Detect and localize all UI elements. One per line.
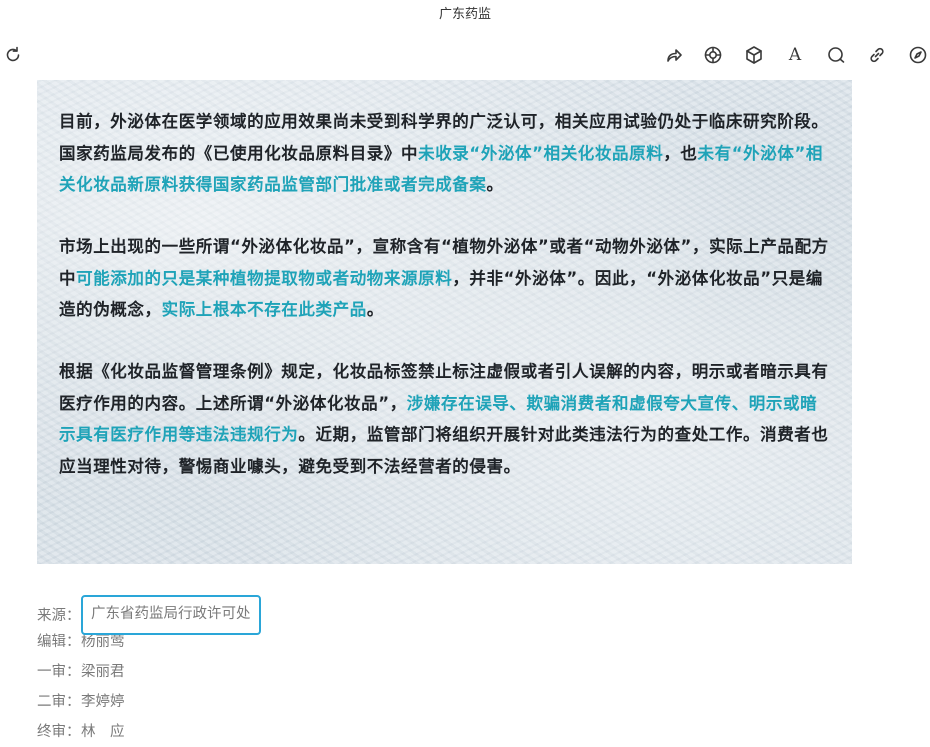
source-value[interactable]: 广东省药监局行政许可处 bbox=[81, 595, 261, 635]
highlighted-text: 实际上根本不存在此类产品 bbox=[161, 300, 367, 319]
font-size-icon[interactable]: A bbox=[782, 42, 808, 68]
target-icon[interactable] bbox=[700, 42, 726, 68]
paragraph-text: 。 bbox=[366, 300, 384, 319]
compass-icon[interactable] bbox=[905, 42, 930, 68]
article-text-image: 目前，外泌体在医学领域的应用效果尚未受到科学界的广泛认可，相关应用试验仍处于临床… bbox=[37, 80, 852, 564]
first-review-label: 一审： bbox=[37, 664, 81, 680]
second-review-label: 二审： bbox=[37, 694, 81, 710]
source-row: 来源： 广东省药监局行政许可处 bbox=[37, 595, 261, 635]
first-review-row: 一审：梁丽君 bbox=[37, 657, 261, 687]
refresh-icon[interactable] bbox=[0, 42, 26, 68]
paragraph-3: 根据《化妆品监督管理条例》规定，化妆品标签禁止标注虚假或者引人误解的内容，明示或… bbox=[59, 356, 834, 482]
highlighted-text: 未收录“外泌体”相关化妆品原料 bbox=[418, 143, 664, 163]
share-icon[interactable] bbox=[661, 42, 687, 68]
first-review-value: 梁丽君 bbox=[81, 664, 125, 680]
toolbar: A bbox=[0, 40, 930, 70]
final-review-value: 林 应 bbox=[81, 724, 125, 740]
paragraph-2: 市场上出现的一些所谓“外泌体化妆品”，宣称含有“植物外泌体”或者“动物外泌体”，… bbox=[59, 231, 834, 326]
article-credits: 来源： 广东省药监局行政许可处 编辑：杨丽莺 一审：梁丽君 二审：李婷婷 终审：林… bbox=[37, 595, 261, 747]
editor-label: 编辑： bbox=[37, 634, 81, 650]
paragraph-1: 目前，外泌体在医学领域的应用效果尚未受到科学界的广泛认可，相关应用试验仍处于临床… bbox=[59, 106, 834, 201]
editor-value: 杨丽莺 bbox=[81, 634, 125, 650]
window-title: 广东药监 bbox=[438, 7, 491, 22]
link-icon[interactable] bbox=[864, 42, 890, 68]
paragraph-text: 。 bbox=[486, 175, 504, 194]
highlighted-text: 可能添加的只是某种植物提取物或者动物来源原料 bbox=[76, 268, 453, 288]
second-review-value: 李婷婷 bbox=[81, 694, 125, 710]
cube-icon[interactable] bbox=[741, 42, 767, 68]
final-review-row: 终审：林 应 bbox=[37, 717, 261, 747]
final-review-label: 终审： bbox=[37, 724, 81, 740]
paragraph-text: ，也 bbox=[663, 143, 698, 163]
second-review-row: 二审：李婷婷 bbox=[37, 687, 261, 717]
comment-icon[interactable] bbox=[823, 42, 849, 68]
